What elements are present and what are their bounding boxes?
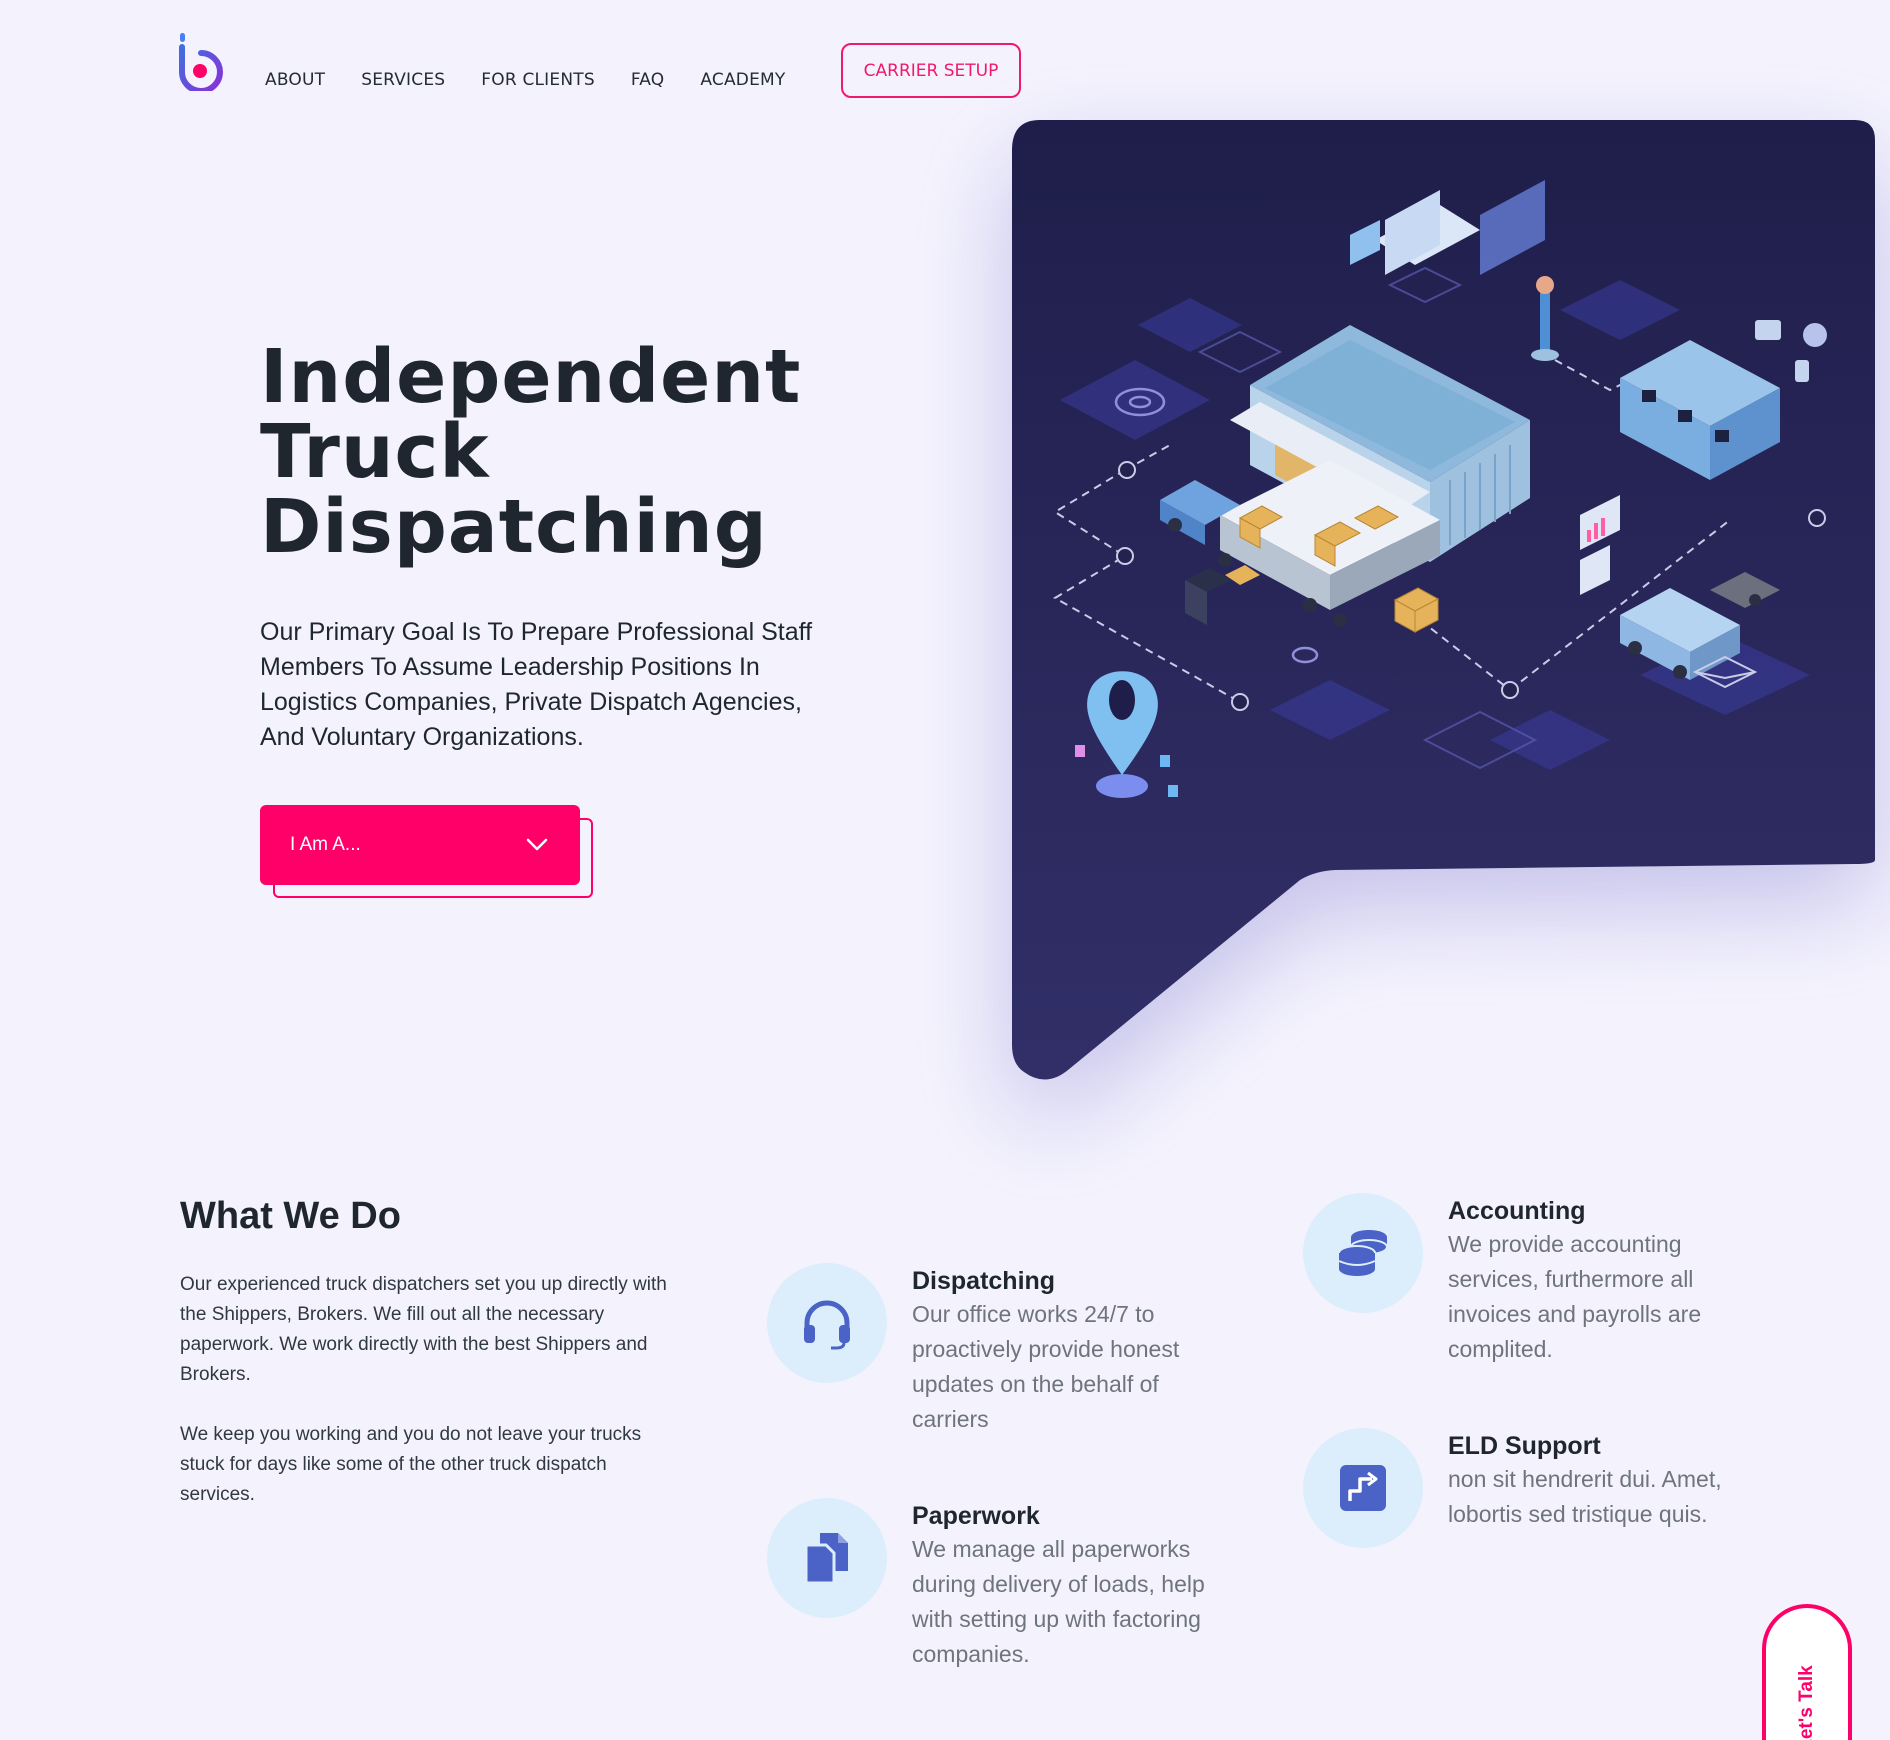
section-paragraph: We keep you working and you do not leave…	[180, 1424, 642, 1505]
service-description: We manage all paperworks during delivery…	[912, 1536, 1205, 1667]
logistics-illustration	[1012, 120, 1875, 1080]
nav-academy[interactable]: ACADEMY	[700, 70, 785, 90]
carrier-setup-button[interactable]: CARRIER SETUP	[841, 43, 1021, 98]
hero-title: Independent Truck Dispatching	[260, 340, 860, 565]
section-paragraph: Our experienced truck dispatchers set yo…	[180, 1274, 667, 1385]
service-description: We provide accounting services, furtherm…	[1448, 1231, 1702, 1362]
service-title: Paperwork	[912, 1502, 1040, 1530]
hero-title-line: Truck	[260, 409, 490, 495]
accounting-icon-circle	[1303, 1193, 1423, 1313]
eld-support-icon-circle	[1303, 1428, 1423, 1548]
service-description: non sit hendrerit dui. Amet, lobortis se…	[1448, 1466, 1722, 1527]
nav-about[interactable]: ABOUT	[265, 70, 325, 90]
role-select-label: I Am A...	[290, 834, 361, 855]
hero-title-line: Dispatching	[260, 484, 768, 570]
lets-talk-label: Let's Talk	[1796, 1665, 1817, 1740]
service-title: Dispatching	[912, 1267, 1056, 1295]
chevron-down-icon	[526, 838, 548, 851]
brand-logo[interactable]	[178, 33, 224, 91]
documents-icon	[804, 1533, 848, 1585]
nav-for-clients[interactable]: FOR CLIENTS	[481, 70, 595, 90]
section-title: What We Do	[180, 1195, 401, 1237]
service-title: ELD Support	[1448, 1432, 1601, 1460]
lets-talk-tab[interactable]: Let's Talk	[1762, 1604, 1852, 1740]
hero-subtitle: Our Primary Goal Is To Prepare Professio…	[260, 618, 813, 751]
paperwork-icon-circle	[767, 1498, 887, 1618]
service-title: Accounting	[1448, 1197, 1586, 1225]
dispatching-icon-circle	[767, 1263, 887, 1383]
role-select-dropdown[interactable]: I Am A...	[260, 805, 580, 885]
eld-step-icon	[1340, 1465, 1386, 1511]
nav-services[interactable]: SERVICES	[361, 70, 445, 90]
hero-title-line: Independent	[260, 334, 802, 420]
main-nav: ABOUT SERVICES FOR CLIENTS FAQ ACADEMY	[265, 70, 786, 90]
nav-faq[interactable]: FAQ	[631, 70, 665, 90]
coins-icon	[1338, 1230, 1388, 1276]
headset-icon	[804, 1300, 850, 1350]
service-description: Our office works 24/7 to proactively pro…	[912, 1301, 1180, 1432]
